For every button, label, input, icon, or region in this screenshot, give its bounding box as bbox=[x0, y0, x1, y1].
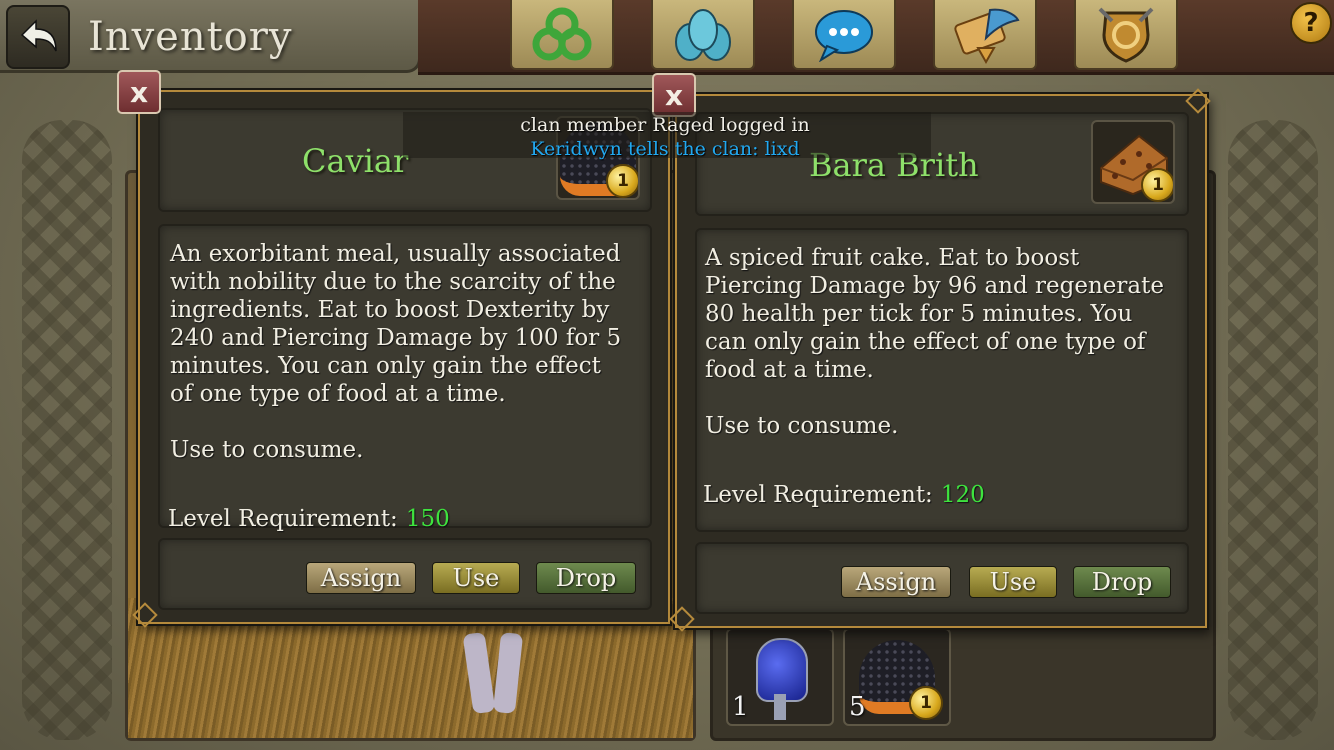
item-dialog-bara-brith: Bara Brith 1 A spiced fruit cake. Eat to… bbox=[669, 88, 1211, 632]
chat-clan-message: Keridwyn tells the clan: lixd bbox=[530, 138, 800, 160]
guild-shield-icon bbox=[1098, 7, 1154, 63]
nav-button-triskele[interactable] bbox=[510, 0, 614, 70]
title-plate: Inventory bbox=[0, 0, 421, 73]
assign-button[interactable]: Assign bbox=[306, 562, 416, 594]
usage-text: Use to consume. bbox=[705, 413, 899, 439]
back-button[interactable] bbox=[6, 5, 70, 69]
level-value: 150 bbox=[405, 506, 450, 532]
use-button[interactable]: Use bbox=[432, 562, 520, 594]
inventory-slot-potion[interactable]: 1 bbox=[726, 628, 834, 726]
nav-button-chat[interactable] bbox=[792, 0, 896, 70]
help-button[interactable]: ? bbox=[1290, 2, 1332, 44]
assign-button[interactable]: Assign bbox=[841, 566, 951, 598]
usage-text: Use to consume. bbox=[170, 437, 364, 463]
level-value: 120 bbox=[940, 482, 985, 508]
nav-button-quests[interactable] bbox=[933, 0, 1037, 70]
nav-button-guild[interactable] bbox=[1074, 0, 1178, 70]
close-button[interactable]: x bbox=[652, 73, 696, 117]
triskele-icon bbox=[532, 7, 592, 61]
inventory-slot-caviar[interactable]: 1 5 bbox=[843, 628, 951, 726]
item-count-badge: 1 bbox=[606, 164, 638, 198]
blue-potion-icon bbox=[756, 638, 808, 702]
character-legs bbox=[462, 613, 524, 733]
item-dialog-caviar: Caviar 1 An exorbitant meal, usually ass… bbox=[132, 90, 670, 628]
drop-button[interactable]: Drop bbox=[536, 562, 636, 594]
celtic-knot-decoration-left bbox=[22, 120, 112, 740]
item-description: An exorbitant meal, usually associated w… bbox=[170, 240, 648, 464]
item-description: A spiced fruit cake. Eat to boost Pierci… bbox=[705, 244, 1183, 440]
top-nav-bar bbox=[418, 0, 1334, 75]
level-requirement: Level Requirement: 150 bbox=[168, 506, 450, 532]
use-button[interactable]: Use bbox=[969, 566, 1057, 598]
level-requirement: Level Requirement: 120 bbox=[703, 482, 985, 508]
back-arrow-icon bbox=[20, 19, 57, 52]
item-count-badge: 1 bbox=[1141, 168, 1173, 202]
nav-button-social[interactable] bbox=[651, 0, 755, 70]
chat-bubble-icon bbox=[815, 10, 873, 62]
scroll-quill-icon bbox=[954, 8, 1020, 64]
slot-count: 5 bbox=[849, 692, 866, 722]
page-title: Inventory bbox=[88, 14, 293, 60]
slot-badge: 1 bbox=[909, 686, 943, 720]
social-icon bbox=[675, 9, 731, 61]
chat-system-message: clan member Raged logged in bbox=[520, 114, 810, 136]
slot-count: 1 bbox=[732, 692, 749, 722]
drop-button[interactable]: Drop bbox=[1073, 566, 1171, 598]
close-button[interactable]: x bbox=[117, 70, 161, 114]
item-icon-frame: 1 bbox=[1091, 120, 1175, 204]
celtic-knot-decoration-right bbox=[1228, 120, 1318, 740]
